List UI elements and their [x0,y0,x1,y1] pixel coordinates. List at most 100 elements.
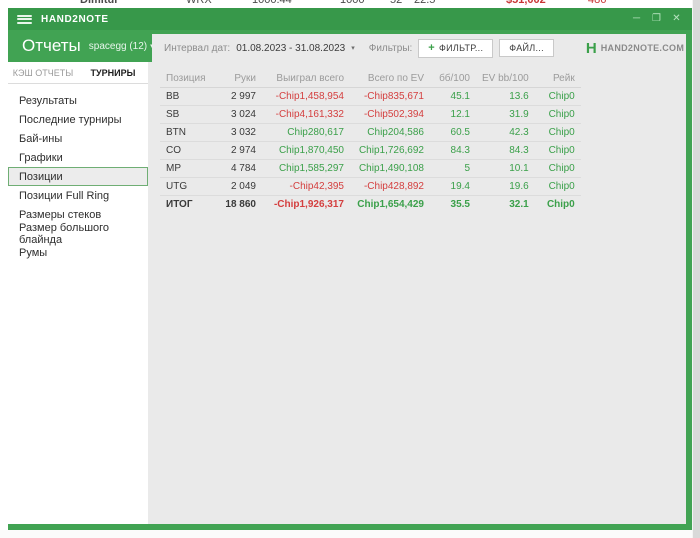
table-row[interactable]: SB 3 024 -Chip4,161,332 -Chip502,394 12.1 31.… [160,105,581,124]
date-interval-value[interactable]: 01.08.2023 - 31.08.2023 [236,43,345,54]
table-cell: Chip1,870,450 [262,141,350,160]
table-cell: Chip1,585,297 [262,159,350,178]
table-cell: Chip1,726,692 [350,141,430,160]
table-cell: ИТОГ [166,199,193,210]
column-header[interactable]: Позиция [160,70,216,88]
sidebar-item-link[interactable]: Графики [8,148,148,167]
header-left: Отчеты spacegg (12) ▾ [8,30,154,62]
background-window-top-edge: Dimitur WRX 1000.44 1000 52 22.5 $51,002 486 [0,0,700,8]
sidebar-item-link[interactable]: Бай-ины [8,129,148,148]
table-cell: CO [160,141,216,160]
table-cell: MP [160,159,216,178]
menu-icon[interactable] [17,14,32,24]
table-cell: 31.9 [476,105,535,124]
sidebar-item-link[interactable]: Румы [8,243,148,262]
table-cell: 2 997 [216,87,262,106]
table-cell: Chip0 [534,123,581,142]
window-controls: ─ ❐ ✕ [630,12,692,26]
sidebar-item-link[interactable]: Позиции Full Ring [8,186,148,205]
background-table-cell: 22.5 [414,0,436,6]
background-table-cell: 1000.44 [252,0,292,6]
table-cell: Chip0 [534,105,581,124]
column-header[interactable]: EV bb/100 [476,70,535,88]
date-interval-label: Интервал дат: [164,42,231,54]
sidebar-item-selected[interactable]: Позиции [8,167,148,186]
table-cell: Chip1,654,429 [357,199,424,210]
brand-h-icon: H [585,39,597,57]
background-window-right-edge [692,0,700,538]
table-cell: -Chip428,892 [350,177,430,196]
sidebar-item-link[interactable]: Размер большого блайнда [8,222,148,246]
table-cell: 5 [430,159,476,178]
desktop: Dimitur WRX 1000.44 1000 52 22.5 $51,002 486 HA… [0,0,700,538]
window-body: КЭШ ОТЧЕТЫ ТУРНИРЫ Результаты Последние т… [8,62,686,524]
table-cell: 60.5 [430,123,476,142]
minimize-button[interactable]: ─ [630,12,643,26]
maximize-button[interactable]: ❐ [650,12,663,26]
sidebar-item-link[interactable]: Результаты [8,91,148,110]
table-cell: -Chip42,395 [262,177,350,196]
background-table-cell: 52 [390,0,403,6]
column-header[interactable]: Выиграл всего [262,70,350,88]
app-title: HAND2NOTE [41,13,109,25]
tab-cash-reports[interactable]: КЭШ ОТЧЕТЫ [8,62,78,83]
table-cell: 13.6 [476,87,535,106]
table-cell: Chip0 [534,177,581,196]
column-header[interactable]: Руки [216,70,262,88]
sidebar-item-link[interactable]: Последние турниры [8,110,148,129]
add-filter-button[interactable]: + ФИЛЬТР... [418,38,494,58]
table-cell: 45.1 [430,87,476,106]
table-row[interactable]: MP 4 784 Chip1,585,297 Chip1,490,108 5 10.1 Ch… [160,159,581,178]
header-band: Отчеты spacegg (12) ▾ Интервал дат: 01.0… [8,30,692,62]
file-button[interactable]: ФАЙЛ... [499,39,554,57]
table-cell: 84.3 [430,141,476,160]
table-cell: UTG [160,177,216,196]
background-table-cell: Dimitur [80,0,119,6]
table-cell: 12.1 [430,105,476,124]
sidebar-nav: Результаты Последние турниры Бай-ины График… [8,84,148,262]
page-title: Отчеты [22,36,81,55]
hand2note-logo[interactable]: H HAND2NOTE.COM [586,41,684,56]
table-cell: 2 049 [216,177,262,196]
hand2note-window: HAND2NOTE ─ ❐ ✕ Отчеты spacegg (12) ▾ Ин… [8,8,692,530]
filter-bar: Интервал дат: 01.08.2023 - 31.08.2023 ▾ … [152,34,686,62]
table-cell: 4 784 [216,159,262,178]
table-cell: 84.3 [476,141,535,160]
table-cell: Chip0 [546,199,575,210]
table-cell: 10.1 [476,159,535,178]
table-header-row: Позиция Руки Выиграл всего Всего по EV бб/10… [160,70,581,88]
table-cell: BB [160,87,216,106]
account-selector[interactable]: spacegg (12) ▾ [89,41,154,52]
table-cell: -Chip502,394 [350,105,430,124]
table-row[interactable]: BB 2 997 -Chip1,458,954 -Chip835,671 45.1 13.… [160,87,581,106]
table-cell: -Chip4,161,332 [262,105,350,124]
table-cell: 3 032 [216,123,262,142]
tab-tournaments[interactable]: ТУРНИРЫ [78,62,148,83]
column-header[interactable]: бб/100 [430,70,476,88]
table-cell: 3 024 [216,105,262,124]
column-header[interactable]: Рейк [534,70,581,88]
filters-label: Фильтры: [368,42,413,54]
background-table-cell: 486 [588,0,607,6]
sidebar-tabs: КЭШ ОТЧЕТЫ ТУРНИРЫ [8,62,148,84]
plus-icon: + [428,41,436,54]
close-button[interactable]: ✕ [670,12,683,26]
titlebar: HAND2NOTE ─ ❐ ✕ [8,8,692,30]
table-cell: 32.1 [509,199,529,210]
table-cell: 2 974 [216,141,262,160]
background-window-bottom-edge [0,530,700,538]
table-row[interactable]: BTN 3 032 Chip280,617 Chip204,586 60.5 42.3 Ch… [160,123,581,142]
table-cell: Chip280,617 [262,123,350,142]
table-cell: 19.6 [476,177,535,196]
chevron-down-icon[interactable]: ▾ [351,44,355,52]
table-cell: Chip0 [534,141,581,160]
table-row[interactable]: CO 2 974 Chip1,870,450 Chip1,726,692 84.3 84.… [160,141,581,160]
table-cell: -Chip1,458,954 [262,87,350,106]
table-row[interactable]: UTG 2 049 -Chip42,395 -Chip428,892 19.4 19.6 C… [160,177,581,196]
table-cell: Chip204,586 [350,123,430,142]
table-cell: Chip0 [534,87,581,106]
background-table-cell: WRX [186,0,212,6]
table-row[interactable]: ИТОГ 18 860 -Chip1,926,317 Chip1,654,429 35.… [160,196,581,214]
column-header[interactable]: Всего по EV [350,70,430,88]
account-name: spacegg (12) [88,40,148,52]
